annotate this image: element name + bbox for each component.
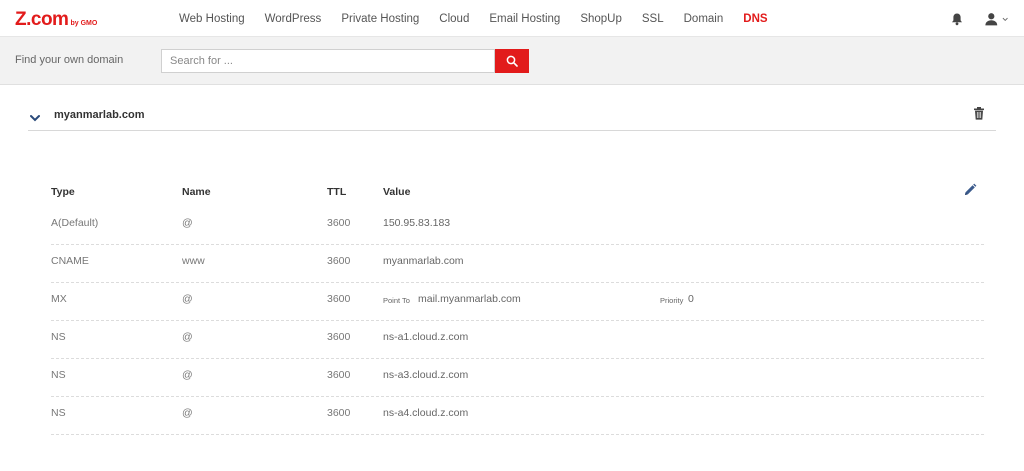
record-type: NS xyxy=(51,407,66,419)
nav-domain[interactable]: Domain xyxy=(674,13,734,25)
logo-sub: by GMO xyxy=(70,20,98,27)
find-domain-label: Find your own domain xyxy=(15,54,124,66)
record-type: NS xyxy=(51,331,66,343)
nav-wordpress[interactable]: WordPress xyxy=(255,13,332,25)
record-ttl: 3600 xyxy=(327,407,351,419)
zcom-logo[interactable]: Z.com by GMO xyxy=(15,9,97,31)
record-ttl: 3600 xyxy=(327,369,351,381)
top-nav: Z.com by GMO Web Hosting WordPress Priva… xyxy=(0,0,1024,37)
caret-down-icon xyxy=(1002,17,1008,21)
search-button[interactable] xyxy=(495,49,529,73)
record-value: ns-a1.cloud.z.com xyxy=(383,331,469,343)
pencil-icon[interactable] xyxy=(963,183,977,197)
record-value: 150.95.83.183 xyxy=(383,217,451,229)
col-header-name: Name xyxy=(182,186,211,198)
record-ttl: 3600 xyxy=(327,217,351,229)
chevron-down-icon[interactable] xyxy=(30,109,40,122)
dns-record-row[interactable]: NS @ 3600 ns-a3.cloud.z.com xyxy=(51,359,984,397)
nav-web-hosting[interactable]: Web Hosting xyxy=(169,13,255,25)
nav-private-hosting[interactable]: Private Hosting xyxy=(331,13,429,25)
dns-record-row[interactable]: A(Default) @ 3600 150.95.83.183 xyxy=(51,207,984,245)
record-value: mail.myanmarlab.com xyxy=(418,293,521,305)
record-type: CNAME xyxy=(51,255,89,267)
nav-shopup[interactable]: ShopUp xyxy=(570,13,632,25)
domain-name: myanmarlab.com xyxy=(54,109,145,121)
nav-ssl[interactable]: SSL xyxy=(632,13,674,25)
domain-search-band: Find your own domain xyxy=(0,37,1024,85)
record-type: A(Default) xyxy=(51,217,99,229)
dns-record-row[interactable]: NS @ 3600 ns-a1.cloud.z.com xyxy=(51,321,984,359)
record-type: MX xyxy=(51,293,67,305)
dns-record-row[interactable]: MX @ 3600 Point To mail.myanmarlab.com P… xyxy=(51,283,984,321)
user-icon xyxy=(985,13,998,26)
record-value: ns-a3.cloud.z.com xyxy=(383,369,469,381)
col-header-type: Type xyxy=(51,186,75,198)
record-name: @ xyxy=(182,369,193,381)
dns-record-row[interactable]: NS @ 3600 ns-a4.cloud.z.com xyxy=(51,397,984,435)
nav-cloud[interactable]: Cloud xyxy=(429,13,479,25)
search-icon xyxy=(506,55,518,67)
domain-header: myanmarlab.com xyxy=(28,101,996,131)
logo-text: Z.com xyxy=(15,9,69,30)
record-type: NS xyxy=(51,369,66,381)
dns-record-row[interactable]: CNAME www 3600 myanmarlab.com xyxy=(51,245,984,283)
priority-label: Priority xyxy=(660,296,684,305)
col-header-value: Value xyxy=(383,186,411,198)
main-nav: Web Hosting WordPress Private Hosting Cl… xyxy=(169,0,778,37)
trash-icon[interactable] xyxy=(973,107,985,120)
record-name: @ xyxy=(182,217,193,229)
record-name: @ xyxy=(182,407,193,419)
record-value: myanmarlab.com xyxy=(383,255,464,267)
record-ttl: 3600 xyxy=(327,331,351,343)
record-name: www xyxy=(182,255,205,267)
user-menu[interactable] xyxy=(984,11,1008,27)
record-name: @ xyxy=(182,331,193,343)
record-value: ns-a4.cloud.z.com xyxy=(383,407,469,419)
bell-icon[interactable] xyxy=(950,12,964,26)
nav-email-hosting[interactable]: Email Hosting xyxy=(479,13,570,25)
record-priority: 0 xyxy=(688,293,694,305)
record-ttl: 3600 xyxy=(327,293,351,305)
nav-dns[interactable]: DNS xyxy=(733,13,777,25)
point-to-label: Point To xyxy=(383,296,410,305)
record-name: @ xyxy=(182,293,193,305)
record-ttl: 3600 xyxy=(327,255,351,267)
domain-search-input[interactable] xyxy=(161,49,495,73)
col-header-ttl: TTL xyxy=(327,186,347,198)
